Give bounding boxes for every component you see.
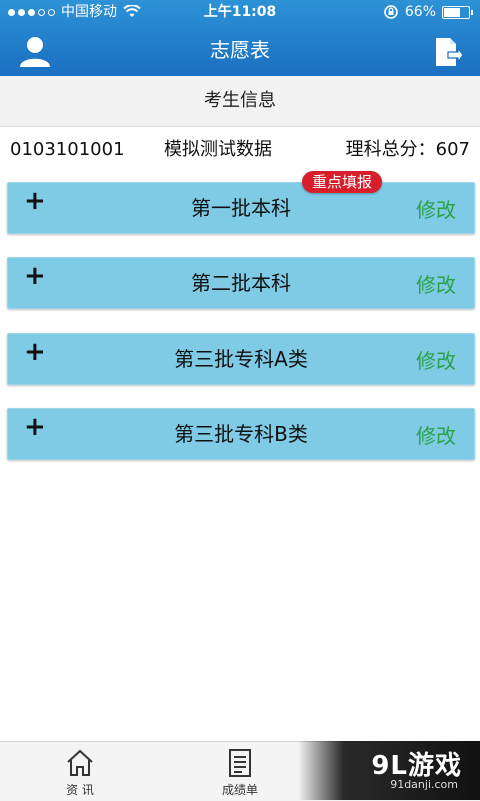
watermark-site: 91danji.com — [390, 778, 458, 791]
batch-row-3[interactable]: + 第三批专科A类 修改 — [7, 333, 475, 385]
batch-label: 第三批专科A类 — [174, 347, 308, 371]
batch-row-2[interactable]: + 第二批本科 修改 — [7, 257, 475, 309]
student-info-row: 0103101001 模拟测试数据 理科总分：607 — [0, 128, 480, 172]
batch-row-1[interactable]: + 第一批本科 修改 — [7, 182, 475, 234]
student-score: 理科总分：607 — [345, 139, 470, 160]
status-bar: 中国移动 上午11:08 66% — [0, 0, 480, 24]
student-id: 0103101001 — [10, 139, 125, 160]
edit-button[interactable]: 修改 — [416, 183, 456, 237]
document-list-icon — [229, 749, 251, 777]
tab-label: 成绩单 — [221, 783, 258, 797]
top-bar: 中国移动 上午11:08 66% 志愿表 — [0, 0, 480, 76]
batch-label: 第一批本科 — [191, 196, 291, 220]
status-right: 66% — [383, 0, 473, 24]
batch-label: 第二批本科 — [191, 271, 291, 295]
tab-news[interactable]: 资 讯 — [40, 742, 120, 801]
watermark: 9L游戏 91danji.com — [298, 741, 480, 800]
watermark-logo: 9L游戏 — [371, 751, 462, 781]
export-document-icon[interactable] — [432, 36, 464, 68]
tab-label: 资 讯 — [66, 783, 94, 797]
edit-button[interactable]: 修改 — [416, 409, 456, 463]
battery-percent: 66% — [404, 4, 436, 20]
edit-button[interactable]: 修改 — [416, 258, 456, 312]
battery-icon — [442, 5, 473, 19]
priority-badge: 重点填报 — [302, 171, 383, 193]
page-title: 志愿表 — [210, 38, 270, 62]
batch-label: 第三批专科B类 — [174, 422, 308, 446]
tab-score-report[interactable]: 成绩单 — [200, 742, 280, 801]
home-icon — [67, 749, 93, 776]
edit-button[interactable]: 修改 — [416, 334, 456, 388]
orientation-lock-icon — [384, 5, 398, 19]
nav-bar: 志愿表 — [0, 24, 480, 76]
batch-row-4[interactable]: + 第三批专科B类 修改 — [7, 408, 475, 460]
section-header-student-info: 考生信息 — [0, 76, 480, 127]
student-name: 模拟测试数据 — [164, 139, 272, 160]
